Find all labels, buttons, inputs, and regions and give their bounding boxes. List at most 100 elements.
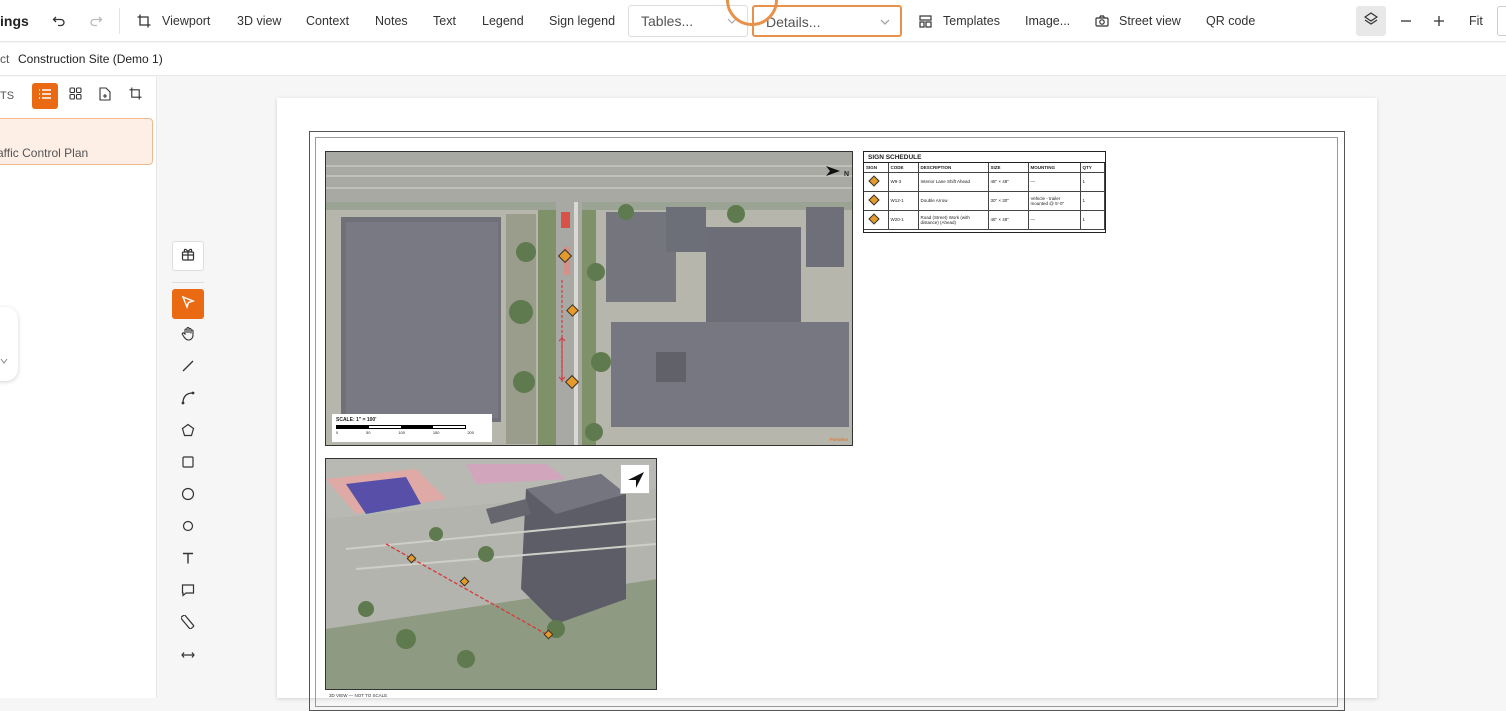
layers-icon bbox=[1363, 11, 1379, 31]
scale-ruler bbox=[336, 425, 466, 429]
measure-tool[interactable] bbox=[172, 609, 204, 639]
select-icon bbox=[181, 295, 196, 314]
north-label: N bbox=[843, 171, 850, 178]
crop-icon bbox=[128, 87, 142, 105]
file-plus-icon bbox=[99, 86, 111, 106]
list-icon bbox=[38, 87, 52, 105]
dimension-tool[interactable] bbox=[172, 641, 204, 671]
sign-size: 48" × 48" bbox=[988, 172, 1029, 192]
image-button[interactable]: Image... bbox=[1025, 0, 1070, 42]
select-tool[interactable] bbox=[172, 289, 204, 319]
scale-tick: 50 bbox=[366, 430, 371, 435]
camera-icon bbox=[1093, 12, 1111, 30]
map-layer-button[interactable] bbox=[1356, 6, 1386, 36]
add-page-button[interactable] bbox=[92, 83, 118, 109]
scale-label: SCALE: 1" = 100' bbox=[336, 417, 377, 423]
curve-tool[interactable] bbox=[172, 385, 204, 415]
hand-tool[interactable] bbox=[172, 321, 204, 351]
rectangle-tool[interactable] bbox=[172, 449, 204, 479]
sign-size: 30" × 30" bbox=[988, 191, 1029, 211]
sign-icon-cell bbox=[864, 172, 889, 192]
top-toolbar: ings Viewport 3D view Context Notes Text… bbox=[0, 0, 1506, 42]
list-view-button[interactable] bbox=[32, 83, 58, 109]
crop-page-button[interactable] bbox=[122, 83, 148, 109]
table-row: W12-1 Double Arrow 30" × 30" Vehicle - t… bbox=[864, 191, 1105, 211]
page-list-item[interactable]: affic Control Plan bbox=[0, 118, 153, 165]
ellipse-icon bbox=[181, 519, 195, 538]
rectangle-icon bbox=[181, 455, 195, 474]
sign-marker[interactable] bbox=[543, 625, 554, 643]
street-view-button[interactable]: Street view bbox=[1119, 0, 1181, 42]
sign-schedule-table[interactable]: SIGN SCHEDULE SIGN CODE DESCRIPTION SIZE… bbox=[863, 151, 1106, 233]
3d-map-viewport[interactable] bbox=[325, 458, 657, 690]
comment-icon bbox=[181, 583, 195, 602]
text-button[interactable]: Text bbox=[433, 0, 456, 42]
column-header: QTY bbox=[1080, 163, 1105, 173]
fit-button[interactable]: Fit bbox=[1469, 0, 1483, 42]
grid-icon bbox=[68, 87, 82, 105]
breadcrumb: ct Construction Site (Demo 1) bbox=[0, 43, 1506, 76]
tables-dropdown-label: Tables... bbox=[641, 13, 694, 29]
comment-tool[interactable] bbox=[172, 577, 204, 607]
compass-icon bbox=[628, 472, 644, 488]
zoom-in-icon[interactable] bbox=[1430, 12, 1448, 30]
sign-description: Interior Lane Shift Ahead bbox=[918, 172, 989, 192]
sign-code: W20-1 bbox=[888, 210, 919, 230]
aerial-map-viewport[interactable]: N SCALE: 1" = 100' 0 50 100 150 200 Puls… bbox=[325, 151, 853, 446]
scale-tick: 150 bbox=[432, 430, 440, 435]
measure-icon bbox=[180, 613, 195, 634]
polygon-tool[interactable] bbox=[172, 417, 204, 447]
breadcrumb-project[interactable]: Construction Site (Demo 1) bbox=[18, 43, 163, 75]
line-tool[interactable] bbox=[172, 353, 204, 383]
details-dropdown-label: Details... bbox=[766, 14, 821, 30]
sign-legend-button[interactable]: Sign legend bbox=[549, 0, 615, 42]
sidebar-tab-label[interactable]: TS bbox=[0, 90, 14, 102]
sign-marker[interactable] bbox=[459, 572, 470, 590]
floating-panel-handle[interactable] bbox=[0, 307, 18, 381]
context-button[interactable]: Context bbox=[306, 0, 349, 42]
circle-icon bbox=[181, 487, 195, 506]
qr-code-button[interactable]: QR code bbox=[1206, 0, 1255, 42]
sign-schedule-title: SIGN SCHEDULE bbox=[864, 152, 1105, 163]
sign-description: Double Arrow bbox=[918, 191, 989, 211]
redo-icon[interactable] bbox=[87, 12, 105, 30]
text-tool[interactable] bbox=[172, 545, 204, 575]
viewport-button[interactable]: Viewport bbox=[162, 0, 210, 42]
text-icon bbox=[181, 551, 195, 570]
column-header: CODE bbox=[888, 163, 919, 173]
sign-marker[interactable] bbox=[406, 549, 417, 567]
north-arrow-3d bbox=[620, 464, 650, 494]
dimension-icon bbox=[181, 647, 195, 665]
zoom-out-icon[interactable] bbox=[1397, 12, 1415, 30]
breadcrumb-prefix: ct bbox=[0, 52, 10, 66]
circle-tool[interactable] bbox=[172, 481, 204, 511]
legend-button[interactable]: Legend bbox=[482, 0, 524, 42]
scale-tick: 0 bbox=[336, 430, 339, 435]
templates-button[interactable]: Templates bbox=[943, 0, 1000, 42]
sign-marker[interactable] bbox=[557, 248, 573, 266]
panel-edge bbox=[1497, 6, 1506, 36]
sign-size: 48" × 48" bbox=[988, 210, 1029, 230]
ellipse-tool[interactable] bbox=[172, 513, 204, 543]
warning-sign-icon bbox=[868, 175, 880, 187]
scale-tick: 200 bbox=[467, 430, 474, 435]
templates-icon bbox=[916, 12, 934, 30]
templates-tool[interactable] bbox=[172, 241, 204, 271]
sign-marker[interactable] bbox=[566, 302, 579, 320]
table-row: W9-3 Interior Lane Shift Ahead 48" × 48"… bbox=[864, 172, 1105, 192]
3d-view-button[interactable]: 3D view bbox=[237, 0, 281, 42]
pages-sidebar: TS affic Control Plan bbox=[0, 77, 157, 698]
scale-bar: SCALE: 1" = 100' 0 50 100 150 200 bbox=[332, 414, 492, 442]
column-header: DESCRIPTION bbox=[918, 163, 989, 173]
sign-icon-cell bbox=[864, 210, 889, 230]
curve-icon bbox=[181, 391, 195, 410]
page-title: affic Control Plan bbox=[0, 146, 89, 160]
grid-view-button[interactable] bbox=[62, 83, 88, 109]
sign-mounting: — bbox=[1028, 210, 1081, 230]
notes-button[interactable]: Notes bbox=[375, 0, 408, 42]
undo-icon[interactable] bbox=[50, 12, 68, 30]
sign-code: W9-3 bbox=[888, 172, 919, 192]
polygon-icon bbox=[181, 423, 195, 442]
brand-logo: Pulseline bbox=[829, 437, 848, 442]
sign-marker[interactable] bbox=[564, 374, 580, 392]
